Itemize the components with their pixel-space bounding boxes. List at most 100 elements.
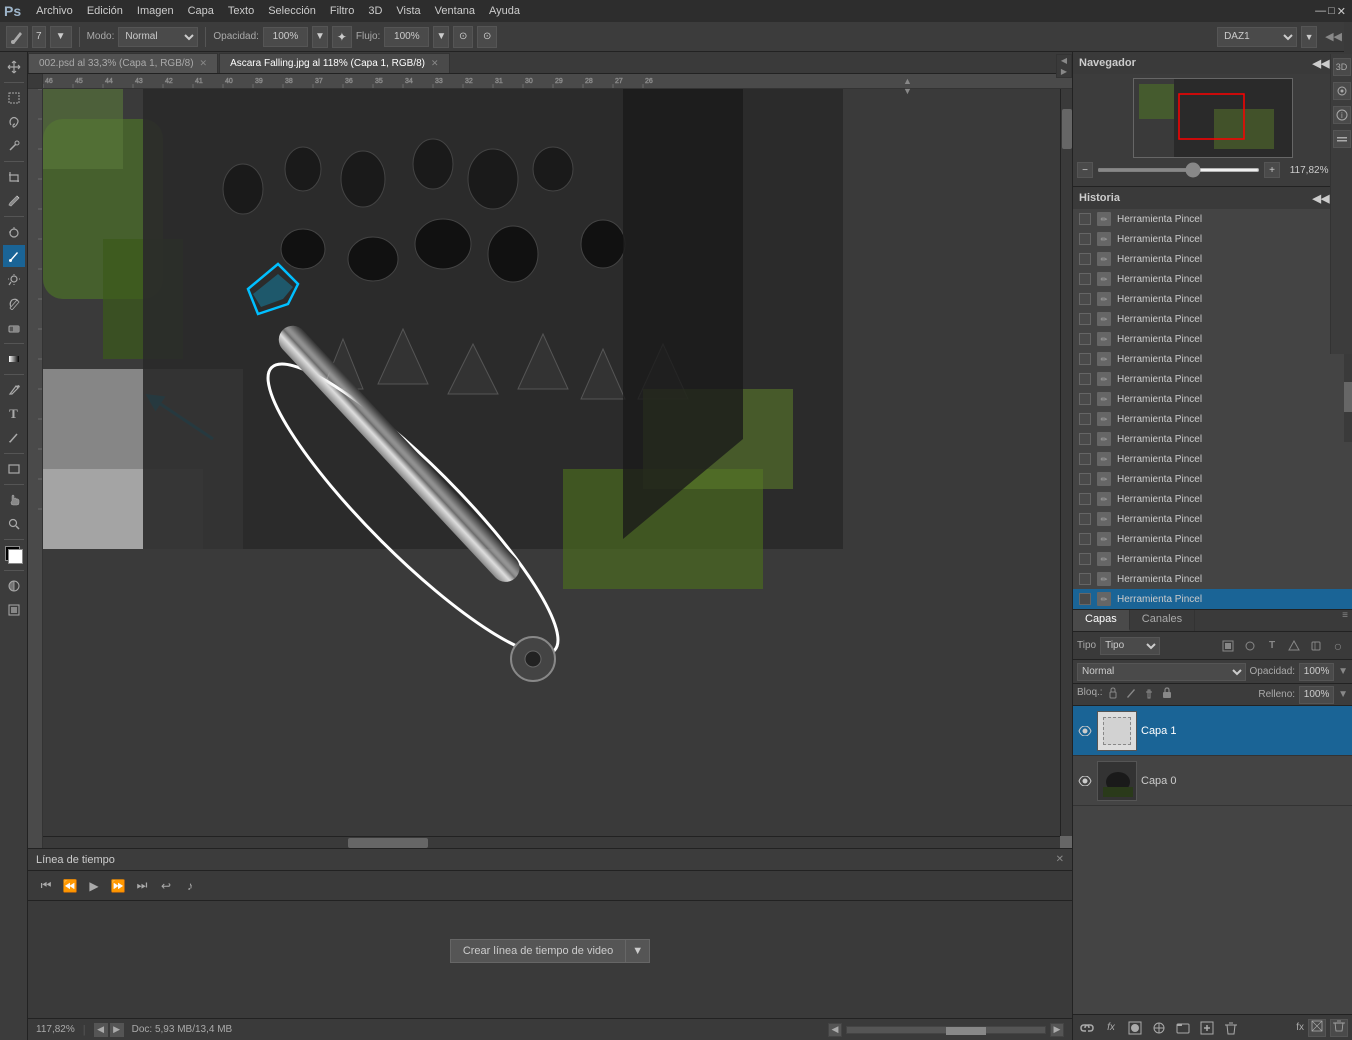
tab-canales[interactable]: Canales: [1130, 610, 1195, 631]
tool-quick-mask[interactable]: [3, 575, 25, 597]
layers-fx-btn[interactable]: fx: [1296, 1022, 1304, 1033]
layers-filter-text[interactable]: T: [1262, 636, 1282, 656]
tl-loop[interactable]: ↩: [156, 876, 176, 896]
flow-input[interactable]: [384, 27, 429, 47]
extra-panel-icon[interactable]: [1333, 130, 1351, 148]
vertical-scrollbar[interactable]: [1060, 89, 1072, 836]
history-item-13[interactable]: ✏Herramienta Pincel: [1073, 469, 1352, 489]
tl-next-frame[interactable]: ⏩: [108, 876, 128, 896]
layer-item-capa0[interactable]: Capa 0: [1073, 756, 1352, 806]
add-layer-btn[interactable]: [1308, 1019, 1326, 1037]
collapse-left-btn[interactable]: ◀: [1060, 55, 1068, 66]
tool-clone[interactable]: [3, 269, 25, 291]
lock-position-btn[interactable]: [1141, 687, 1157, 703]
tool-text[interactable]: T: [3, 403, 25, 425]
layers-filter-shape[interactable]: [1284, 636, 1304, 656]
history-panel-header[interactable]: Historia ◀◀ ≡: [1073, 187, 1352, 209]
history-item-7[interactable]: ✏Herramienta Pincel: [1073, 349, 1352, 369]
opacity-btn[interactable]: ▼: [312, 26, 328, 48]
history-item-10[interactable]: ✏Herramienta Pincel: [1073, 409, 1352, 429]
tool-magic-wand[interactable]: [3, 135, 25, 157]
settings-panel-icon[interactable]: [1333, 82, 1351, 100]
lock-pixels-btn[interactable]: [1123, 687, 1139, 703]
layer-link-btn[interactable]: [1077, 1018, 1097, 1038]
layer-group-btn[interactable]: [1173, 1018, 1193, 1038]
tl-audio[interactable]: ♪: [180, 876, 200, 896]
history-item-16[interactable]: ✏Herramienta Pincel: [1073, 529, 1352, 549]
history-item-19[interactable]: ✏Herramienta Pincel: [1073, 589, 1352, 609]
menu-vista[interactable]: Vista: [389, 3, 427, 19]
tool-screen-mode[interactable]: [3, 599, 25, 621]
tool-hand[interactable]: [3, 489, 25, 511]
history-item-11[interactable]: ✏Herramienta Pincel: [1073, 429, 1352, 449]
history-item-18[interactable]: ✏Herramienta Pincel: [1073, 569, 1352, 589]
layer-visibility-capa1[interactable]: [1077, 723, 1093, 739]
history-item-9[interactable]: ✏Herramienta Pincel: [1073, 389, 1352, 409]
tool-eraser[interactable]: [3, 317, 25, 339]
tab-002psd[interactable]: 002.psd al 33,3% (Capa 1, RGB/8) ✕: [28, 53, 218, 73]
menu-seleccion[interactable]: Selección: [261, 3, 323, 19]
menu-3d[interactable]: 3D: [361, 3, 389, 19]
flow-btn[interactable]: ▼: [433, 26, 449, 48]
airbrush-toggle[interactable]: ✦: [332, 26, 352, 48]
tool-brush[interactable]: [3, 245, 25, 267]
layer-fx-btn[interactable]: fx: [1101, 1018, 1121, 1038]
tool-spot-heal[interactable]: [3, 221, 25, 243]
lock-transparent-btn[interactable]: [1105, 687, 1121, 703]
tool-lasso[interactable]: [3, 111, 25, 133]
info-arrow-left[interactable]: ◀: [94, 1023, 108, 1037]
history-item-3[interactable]: ✏Herramienta Pincel: [1073, 269, 1352, 289]
history-item-2[interactable]: ✏Herramienta Pincel: [1073, 249, 1352, 269]
history-item-15[interactable]: ✏Herramienta Pincel: [1073, 509, 1352, 529]
history-collapse[interactable]: ◀◀: [1314, 191, 1328, 205]
tablet-pressure2-btn[interactable]: ⊙: [477, 26, 497, 48]
brush-preset-btn[interactable]: ▼: [50, 26, 72, 48]
tl-play[interactable]: ▶: [84, 876, 104, 896]
background-color[interactable]: [8, 549, 23, 564]
layers-filter-toggle[interactable]: ○: [1328, 636, 1348, 656]
tl-prev-frame[interactable]: ⏪: [60, 876, 80, 896]
mode-dropdown[interactable]: Normal: [118, 27, 198, 47]
tab-close-002psd[interactable]: ✕: [200, 58, 208, 69]
menu-archivo[interactable]: Archivo: [29, 3, 80, 19]
layers-filter-smart[interactable]: [1306, 636, 1326, 656]
layer-visibility-capa0[interactable]: [1077, 773, 1093, 789]
menu-capa[interactable]: Capa: [181, 3, 221, 19]
layers-panel-menu[interactable]: ≡: [1338, 610, 1352, 631]
lock-all-btn[interactable]: [1159, 687, 1175, 703]
tool-shape[interactable]: [3, 458, 25, 480]
workspace-dropdown[interactable]: DAZ1: [1217, 27, 1297, 47]
layer-opacity-input[interactable]: [1299, 663, 1334, 681]
tool-pen[interactable]: [3, 379, 25, 401]
layer-delete-btn[interactable]: [1221, 1018, 1241, 1038]
timeline-close[interactable]: ✕: [1056, 854, 1064, 865]
tool-zoom[interactable]: [3, 513, 25, 535]
history-item-17[interactable]: ✏Herramienta Pincel: [1073, 549, 1352, 569]
collapse-right-btn[interactable]: ▶: [1060, 66, 1068, 77]
navigator-collapse[interactable]: ◀◀: [1314, 56, 1328, 70]
history-item-6[interactable]: ✏Herramienta Pincel: [1073, 329, 1352, 349]
opacity-input[interactable]: [263, 27, 308, 47]
tab-close-ascara[interactable]: ✕: [431, 58, 439, 69]
info-panel-icon[interactable]: i: [1333, 106, 1351, 124]
bottom-scrollbar[interactable]: [846, 1026, 1046, 1034]
menu-filtro[interactable]: Filtro: [323, 3, 361, 19]
layers-type-dropdown[interactable]: Tipo: [1100, 637, 1160, 655]
tool-history-brush[interactable]: [3, 293, 25, 315]
layers-filter-pixel[interactable]: [1218, 636, 1238, 656]
menu-texto[interactable]: Texto: [221, 3, 261, 19]
navigator-panel-header[interactable]: Navegador ◀◀ ≡: [1073, 52, 1352, 74]
tl-go-start[interactable]: ⏮: [36, 876, 56, 896]
nav-zoom-in[interactable]: +: [1264, 162, 1280, 178]
layer-adjustment-btn[interactable]: [1149, 1018, 1169, 1038]
menu-ventana[interactable]: Ventana: [428, 3, 482, 19]
layer-mask-btn[interactable]: [1125, 1018, 1145, 1038]
tool-path-select[interactable]: [3, 427, 25, 449]
tab-ascara[interactable]: Ascara Falling.jpg al 118% (Capa 1, RGB/…: [219, 53, 449, 73]
fill-dropdown-arrow[interactable]: ▼: [1338, 689, 1348, 700]
brush-size-btn[interactable]: 7: [32, 26, 46, 48]
canvas-drawing-area[interactable]: [43, 89, 1072, 848]
delete-layer-btn[interactable]: [1330, 1019, 1348, 1037]
tool-move[interactable]: [3, 56, 25, 78]
history-item-5[interactable]: ✏Herramienta Pincel: [1073, 309, 1352, 329]
